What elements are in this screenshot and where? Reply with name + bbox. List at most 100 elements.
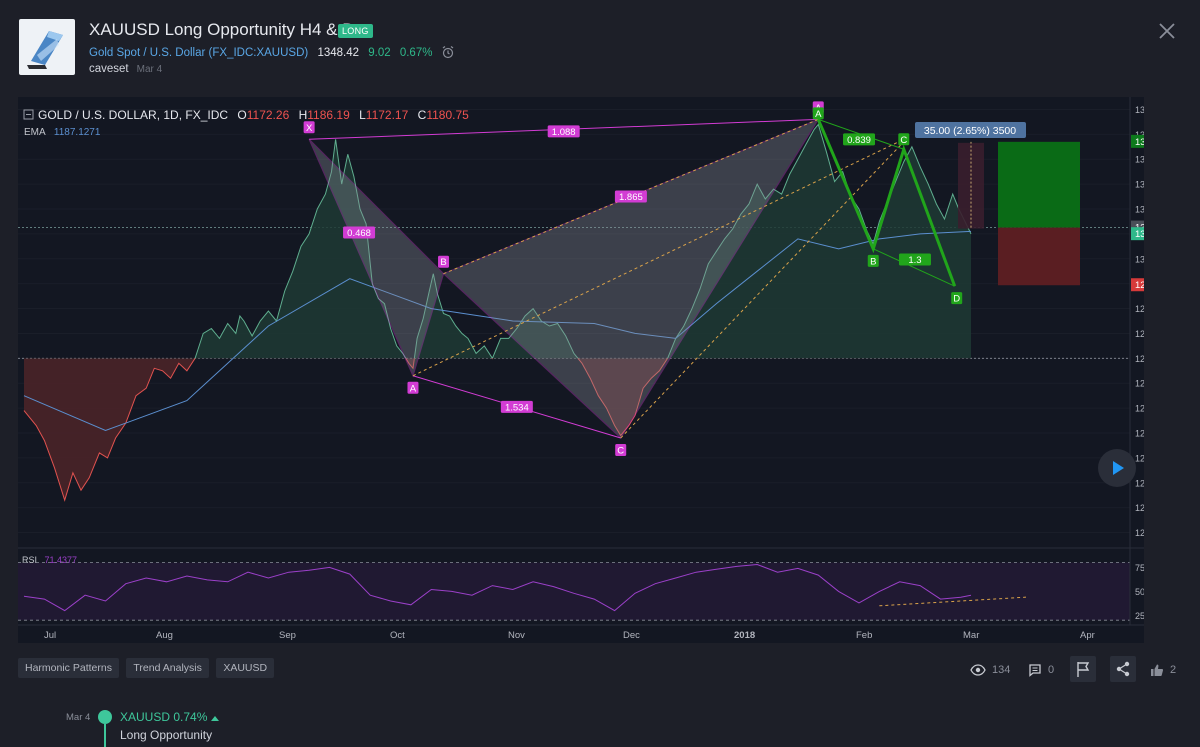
time-tick-label: Apr — [1080, 630, 1095, 641]
timeline-line — [104, 724, 106, 747]
time-tick-label: Nov — [508, 630, 525, 641]
time-tick-label: 2018 — [734, 630, 755, 641]
alarm-clock-icon[interactable] — [441, 45, 455, 59]
report-button[interactable] — [1070, 656, 1096, 682]
eye-icon — [970, 664, 986, 676]
price-tick-label: 1310.00 — [1135, 254, 1144, 264]
price-tick-label: 1230.00 — [1135, 453, 1144, 463]
comment-icon — [1029, 664, 1041, 677]
symbol-change-percent: 0.67% — [399, 47, 433, 59]
bat-ratio-label: 1.865 — [619, 192, 643, 203]
symbol-name-link[interactable]: Gold Spot / U.S. Dollar — [89, 47, 205, 59]
legend-title: GOLD / U.S. DOLLAR, 1D, FX_IDC — [38, 108, 228, 122]
time-tick-label: Aug — [156, 630, 173, 641]
price-tick-label: 1330.00 — [1135, 205, 1144, 215]
publish-date: Mar 4 — [136, 64, 163, 75]
timeline-symbol-name: XAUUSD — [120, 710, 171, 724]
long-position-tool[interactable] — [958, 141, 1080, 286]
flag-icon — [1077, 662, 1090, 677]
comments-count[interactable]: 0 — [1028, 656, 1054, 684]
rsi-label: RSI — [22, 555, 37, 565]
price-tick-label: 1210.00 — [1135, 503, 1144, 513]
timeline-symbol[interactable]: XAUUSD 0.74% — [120, 710, 219, 724]
measure-label: 35.00 (2.65%) 3500 — [915, 122, 1026, 138]
tag-list: Harmonic Patterns Trend Analysis XAUUSD — [18, 658, 277, 678]
views-value: 134 — [992, 664, 1011, 676]
author-avatar[interactable] — [19, 19, 75, 75]
price-chart[interactable]: 0.4681.0881.5341.865XABCA0.8391.3ABCD 25… — [18, 97, 1144, 643]
share-icon — [1116, 661, 1130, 677]
symbol-change: 9.02 — [368, 47, 391, 59]
idea-header: XAUUSD Long Opportunity H4 & D LONG Gold… — [0, 0, 1200, 95]
rsi-band — [18, 562, 1130, 621]
caret-up-icon — [210, 716, 219, 721]
play-icon — [1113, 461, 1124, 475]
timeline-caption: Long Opportunity — [120, 728, 213, 742]
price-tick-label: 1270.00 — [1135, 354, 1144, 364]
bat-point-label: A — [410, 383, 417, 394]
legend-close-label: C — [418, 108, 427, 122]
svg-text:EMA 1187.1271: EMA 1187.1271 — [24, 127, 101, 138]
tag-trend-analysis[interactable]: Trend Analysis — [126, 658, 209, 678]
comments-value: 0 — [1048, 664, 1055, 676]
rsi-tick-label: 50.00 — [1135, 587, 1144, 597]
price-tick-label: 1340.00 — [1135, 180, 1144, 190]
bat-ratio-label: 0.468 — [347, 228, 371, 239]
symbol-code-link[interactable]: FX_IDC:XAUUSD — [212, 47, 304, 59]
svg-text:RSI 71.4377: RSI 71.4377 — [22, 555, 77, 565]
like-count[interactable]: 2 — [1150, 656, 1176, 684]
abcd-point-label: B — [870, 256, 876, 267]
likes-value: 2 — [1170, 664, 1177, 676]
abcd-ratio-label: 0.839 — [847, 135, 871, 146]
timeline-dot — [98, 710, 112, 724]
stop-price-tag: 1299.37 — [1135, 280, 1144, 291]
legend-high-label: H — [299, 108, 308, 122]
idea-title: XAUUSD Long Opportunity H4 & D — [89, 20, 355, 39]
price-tick-label: 1280.00 — [1135, 329, 1144, 339]
target-zone — [998, 141, 1080, 228]
rsi-tick-label: 25.00 — [1135, 611, 1144, 621]
legend-open-label: O — [237, 108, 246, 122]
price-tick-label: 1220.00 — [1135, 478, 1144, 488]
author-line: caveset Mar 4 — [89, 63, 162, 75]
abcd-point-label: A — [815, 109, 822, 120]
price-tick-label: 1260.00 — [1135, 379, 1144, 389]
bat-point-label: C — [617, 445, 624, 456]
stop-zone — [998, 227, 1080, 286]
tag-xauusd[interactable]: XAUUSD — [216, 658, 275, 678]
chart-area[interactable]: 0.4681.0881.5341.865XABCA0.8391.3ABCD 25… — [18, 97, 1144, 643]
time-tick-label: Jul — [44, 630, 56, 641]
price-tick-label: 1250.00 — [1135, 404, 1144, 414]
time-tick-label: Oct — [390, 630, 405, 641]
time-tick-label: Dec — [623, 630, 640, 641]
legend-high-value: 1186.19 — [307, 108, 350, 122]
share-button[interactable] — [1110, 656, 1136, 682]
svg-text:35.00 (2.65%) 3500: 35.00 (2.65%) 3500 — [924, 125, 1016, 137]
ema-value: 1187.1271 — [54, 127, 101, 138]
play-replay-button[interactable] — [1098, 449, 1136, 487]
price-tick-label: 1370.00 — [1135, 105, 1144, 115]
thumbs-up-icon — [1151, 664, 1164, 676]
price-tick-label: 1240.00 — [1135, 429, 1144, 439]
tag-harmonic-patterns[interactable]: Harmonic Patterns — [18, 658, 119, 678]
price-tick-label: 1200.00 — [1135, 528, 1144, 538]
idea-timeline: Mar 4 XAUUSD 0.74% Long Opportunity — [0, 700, 1200, 747]
bat-point-label: B — [440, 257, 446, 268]
bat-point-label: X — [306, 123, 313, 134]
svg-text:GOLD / U.S. DOLLAR, 1D, FX_IDC: GOLD / U.S. DOLLAR, 1D, FX_IDC O1172.26 … — [38, 108, 469, 122]
rsi-value: 71.4377 — [45, 555, 78, 565]
abcd-point-label: D — [953, 294, 960, 305]
symbol-line: Gold Spot / U.S. Dollar (FX_IDC:XAUUSD) … — [89, 45, 455, 59]
author-name[interactable]: caveset — [89, 63, 129, 75]
abcd-point-label: C — [900, 135, 907, 146]
timeline-date: Mar 4 — [66, 712, 91, 723]
price-tick-label: 1350.00 — [1135, 155, 1144, 165]
rsi-tick-label: 75.00 — [1135, 563, 1144, 573]
views-count: 134 — [970, 656, 1010, 684]
price-tick-label: 1290.00 — [1135, 304, 1144, 314]
symbol-price: 1348.42 — [317, 47, 360, 59]
ema-label: EMA — [24, 127, 46, 138]
close-icon[interactable] — [1156, 20, 1178, 42]
time-tick-label: Sep — [279, 630, 296, 641]
legend-close-value: 1180.75 — [426, 108, 469, 122]
